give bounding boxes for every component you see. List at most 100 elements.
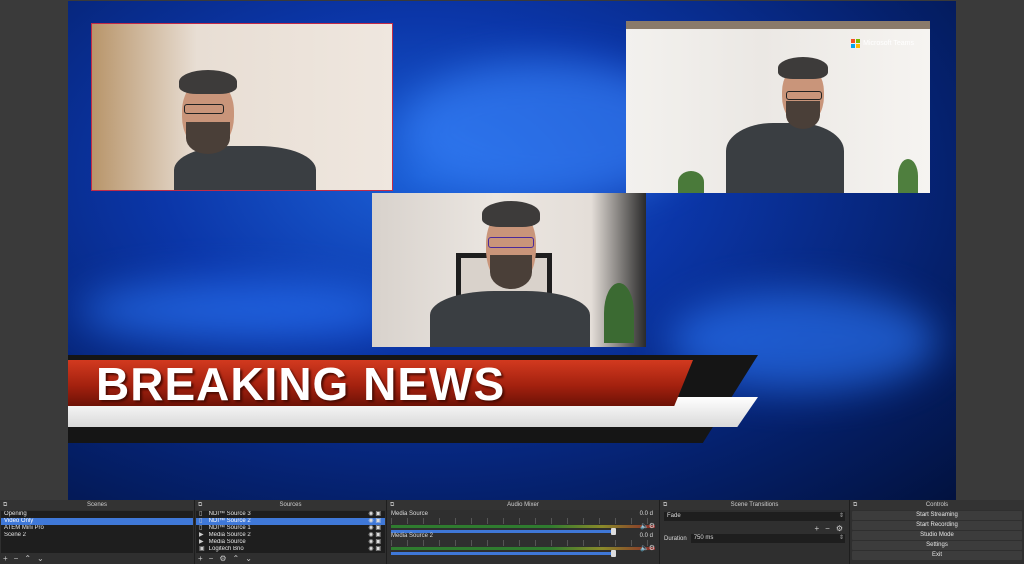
- scene-transitions-panel: ⧉ Scene Transitions Fade ⇕ + − ⚙ Duratio…: [660, 500, 850, 564]
- source-item[interactable]: ▯ NDI™ Source 1 ◉ ▣: [196, 525, 385, 532]
- chevron-updown-icon: ⇕: [838, 513, 844, 519]
- mixer-track-db: 0.0 d: [639, 533, 653, 539]
- audio-mixer-header: ⧉ Audio Mixer: [387, 500, 659, 510]
- undock-icon[interactable]: ⧉: [198, 500, 202, 510]
- plus-icon[interactable]: +: [814, 524, 819, 533]
- scene-item[interactable]: Scene 2: [1, 532, 193, 539]
- visibility-lock-icons[interactable]: ◉ ▣: [368, 539, 381, 546]
- speaker-gear-icons[interactable]: 🔈⚙: [640, 522, 655, 530]
- controls-header: ⧉ Controls: [850, 500, 1024, 510]
- exit-button[interactable]: Exit: [852, 551, 1022, 560]
- gear-icon[interactable]: ⚙: [836, 524, 843, 533]
- duration-label: Duration: [664, 535, 687, 542]
- camera-icon: ▣: [199, 546, 205, 552]
- undock-icon[interactable]: ⧉: [663, 500, 667, 510]
- meter-scale: [391, 518, 655, 524]
- duration-value: 750 ms: [693, 535, 714, 541]
- plus-icon[interactable]: +: [198, 554, 203, 563]
- ndi-icon: ▯: [199, 511, 203, 517]
- program-preview[interactable]: Microsoft Teams BREAKING NEWS: [68, 1, 956, 500]
- sources-panel: ⧉ Sources ▯ NDI™ Source 3 ◉ ▣ ▯ NDI™ Sou…: [195, 500, 387, 564]
- undock-icon[interactable]: ⧉: [853, 500, 857, 510]
- meter-scale: [391, 540, 655, 546]
- source-item[interactable]: ▯ NDI™ Source 2 ◉ ▣: [196, 518, 385, 525]
- up-icon[interactable]: ⌃: [233, 554, 240, 563]
- undock-icon[interactable]: ⧉: [390, 500, 394, 510]
- ndi-icon: ▯: [199, 525, 203, 531]
- glasses: [786, 91, 822, 100]
- visibility-lock-icons[interactable]: ◉ ▣: [368, 532, 381, 539]
- teams-logo-text: Microsoft Teams: [863, 40, 914, 47]
- glasses: [488, 237, 534, 248]
- sources-title: Sources: [279, 502, 302, 508]
- scenes-panel: ⧉ Scenes Opening Video Only ATEM Mini Pr…: [0, 500, 195, 564]
- visibility-lock-icons[interactable]: ◉ ▣: [368, 525, 381, 532]
- up-icon[interactable]: ⌃: [24, 554, 31, 563]
- source-item[interactable]: ▣ Logitech Brio ◉ ▣: [196, 546, 385, 553]
- scenes-list[interactable]: Opening Video Only ATEM Mini Pro Scene 2: [1, 511, 193, 553]
- scene-transitions-header: ⧉ Scene Transitions: [660, 500, 849, 510]
- controls-panel: ⧉ Controls Start Streaming Start Recordi…: [850, 500, 1024, 564]
- obs-window: Microsoft Teams BREAKING NEWS ⧉ Scenes O…: [0, 0, 1024, 564]
- minus-icon[interactable]: −: [209, 554, 214, 563]
- camera-feed-2[interactable]: Microsoft Teams: [626, 21, 930, 193]
- person-hair: [179, 70, 237, 94]
- settings-button[interactable]: Settings: [852, 541, 1022, 550]
- plant: [898, 159, 918, 193]
- source-item[interactable]: ▶ Media Source ◉ ▣: [196, 539, 385, 546]
- mixer-track: Media Source 0.0 d 🔈⚙: [387, 510, 659, 535]
- person-beard: [186, 122, 230, 154]
- transition-select-value: Fade: [667, 513, 681, 519]
- play-icon: ▶: [199, 539, 204, 545]
- scene-item[interactable]: ATEM Mini Pro: [1, 525, 193, 532]
- duration-row: Duration 750 ms ⇕: [664, 534, 845, 543]
- audio-mixer-title: Audio Mixer: [507, 502, 539, 508]
- stepper-icon[interactable]: ⇕: [839, 534, 844, 543]
- source-label: NDI™ Source 3: [208, 511, 251, 517]
- plant: [604, 283, 634, 343]
- source-label: Media Source 2: [208, 532, 251, 538]
- transition-toolbar: + − ⚙: [660, 523, 849, 533]
- person-beard: [490, 255, 532, 289]
- source-label: NDI™ Source 1: [208, 525, 251, 531]
- speaker-gear-icons[interactable]: 🔈⚙: [640, 544, 655, 552]
- audio-mixer-panel: ⧉ Audio Mixer Media Source 0.0 d 🔈⚙ Medi…: [387, 500, 660, 564]
- start-recording-button[interactable]: Start Recording: [852, 521, 1022, 530]
- ndi-icon: ▯: [199, 518, 203, 524]
- visibility-lock-icons[interactable]: ◉ ▣: [368, 518, 381, 525]
- scenes-title: Scenes: [86, 502, 107, 508]
- source-label: NDI™ Source 2: [208, 518, 251, 524]
- studio-mode-button[interactable]: Studio Mode: [852, 531, 1022, 540]
- ceiling-beam: [626, 21, 930, 29]
- camera-feed-3[interactable]: [372, 193, 646, 347]
- teams-logo: Microsoft Teams: [851, 39, 914, 48]
- sources-list[interactable]: ▯ NDI™ Source 3 ◉ ▣ ▯ NDI™ Source 2 ◉ ▣ …: [196, 511, 385, 553]
- visibility-lock-icons[interactable]: ◉ ▣: [368, 546, 381, 553]
- scene-item[interactable]: Opening: [1, 511, 193, 518]
- source-item[interactable]: ▶ Media Source 2 ◉ ▣: [196, 532, 385, 539]
- plus-icon[interactable]: +: [3, 554, 8, 563]
- volume-slider[interactable]: [391, 550, 616, 557]
- source-item[interactable]: ▯ NDI™ Source 3 ◉ ▣: [196, 511, 385, 518]
- controls-title: Controls: [925, 502, 949, 508]
- person-body: [174, 146, 316, 190]
- scene-item[interactable]: Video Only: [1, 518, 193, 525]
- duration-input[interactable]: 750 ms ⇕: [690, 534, 845, 543]
- down-icon[interactable]: ⌄: [37, 554, 44, 563]
- start-streaming-button[interactable]: Start Streaming: [852, 511, 1022, 520]
- minus-icon[interactable]: −: [14, 554, 19, 563]
- visibility-lock-icons[interactable]: ◉ ▣: [368, 511, 381, 518]
- minus-icon[interactable]: −: [825, 524, 830, 533]
- background-globe-left: [78, 281, 398, 341]
- undock-icon[interactable]: ⧉: [3, 500, 7, 510]
- breaking-news-title: BREAKING NEWS: [96, 358, 506, 410]
- down-icon[interactable]: ⌄: [245, 554, 252, 563]
- camera-feed-1[interactable]: [91, 23, 393, 191]
- transition-select[interactable]: Fade ⇕: [664, 512, 845, 521]
- gear-icon[interactable]: ⚙: [219, 554, 226, 563]
- glasses: [184, 104, 224, 114]
- sources-toolbar: + − ⚙ ⌃ ⌄: [195, 554, 386, 563]
- person-body: [430, 291, 590, 347]
- mixer-track-db: 0.0 d: [639, 511, 653, 517]
- person-hair: [482, 201, 540, 227]
